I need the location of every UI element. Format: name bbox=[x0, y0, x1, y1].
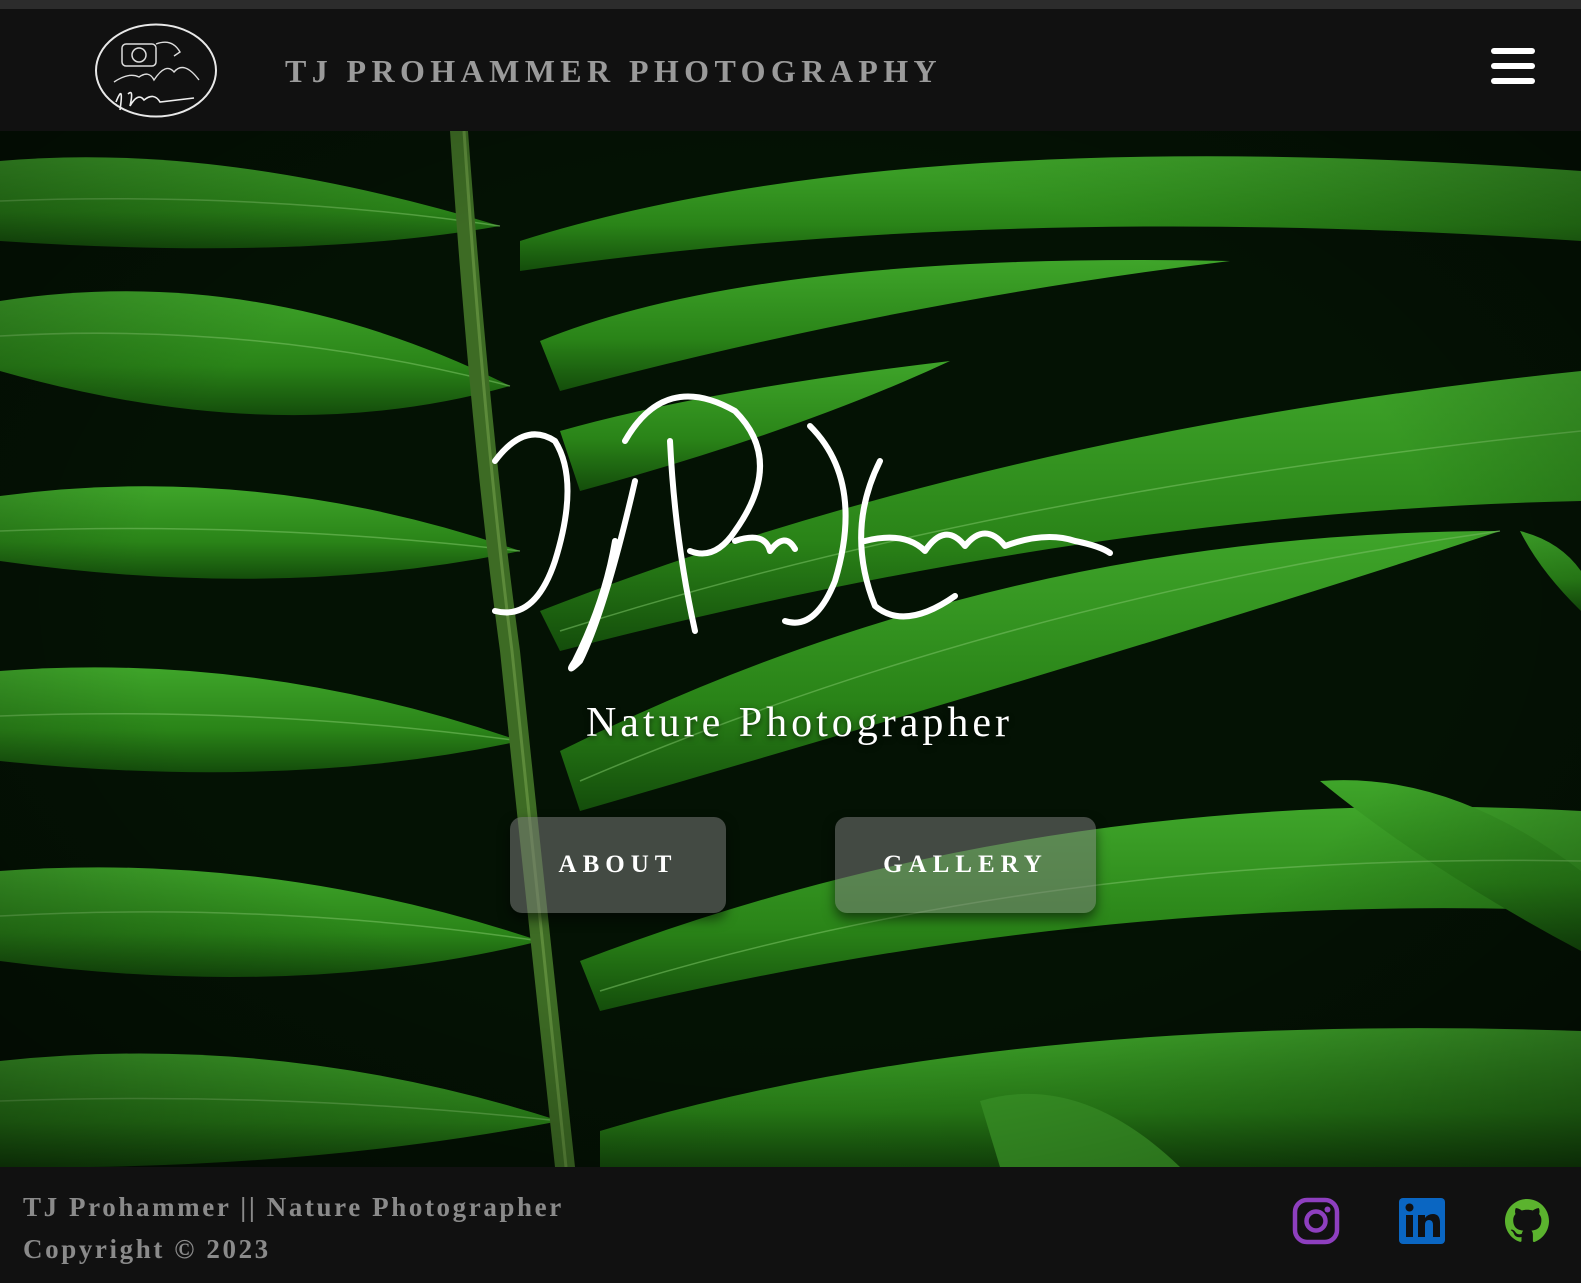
github-icon[interactable] bbox=[1503, 1197, 1551, 1245]
footer-credit: TJ Prohammer || Nature Photographer bbox=[23, 1192, 564, 1222]
instagram-icon[interactable] bbox=[1292, 1197, 1340, 1245]
hamburger-menu-icon[interactable] bbox=[1491, 48, 1535, 86]
hero-tagline: Nature Photographer bbox=[585, 700, 1014, 746]
signature-logo bbox=[492, 393, 1113, 672]
logo-icon[interactable] bbox=[94, 22, 218, 119]
top-strip bbox=[0, 0, 1581, 9]
linkedin-icon[interactable] bbox=[1398, 1197, 1446, 1245]
hero-section: Nature Photographer ABOUT GALLERY bbox=[0, 131, 1581, 1167]
navbar: TJ PROHAMMER PHOTOGRAPHY bbox=[0, 9, 1581, 131]
footer: TJ Prohammer || Nature Photographer Copy… bbox=[0, 1167, 1581, 1283]
gallery-button[interactable]: GALLERY bbox=[835, 817, 1096, 913]
about-button[interactable]: ABOUT bbox=[510, 817, 726, 913]
site-title[interactable]: TJ PROHAMMER PHOTOGRAPHY bbox=[285, 51, 942, 91]
footer-copyright: Copyright © 2023 bbox=[23, 1234, 271, 1264]
